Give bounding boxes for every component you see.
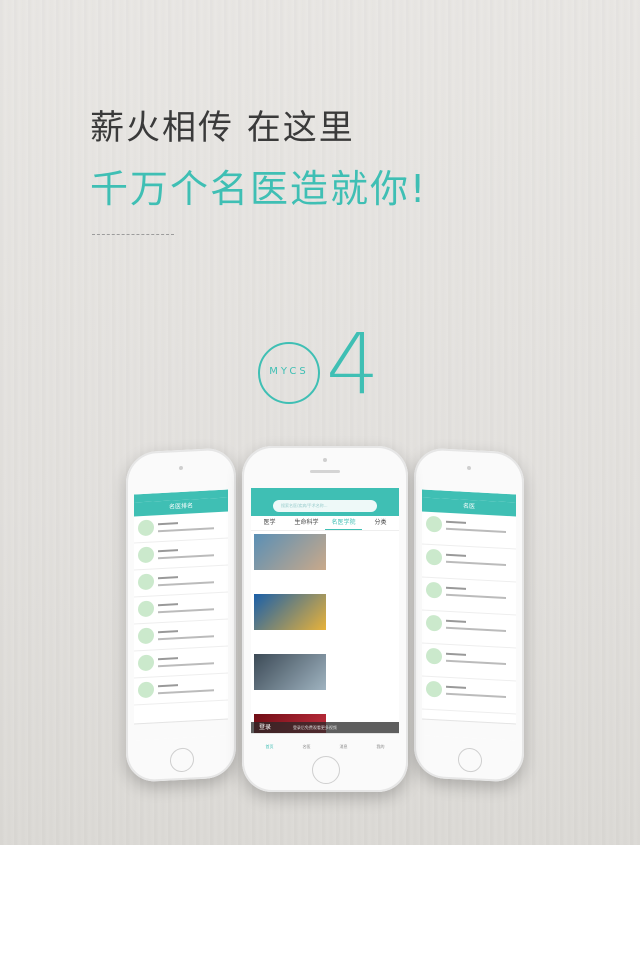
tab-bar [422,718,516,741]
tab-home[interactable]: 首页 [251,734,288,750]
text-line [158,608,214,614]
text-line [158,603,178,607]
text-line [158,684,178,688]
text-line [446,520,466,524]
tab-item[interactable]: 名医学院 [325,516,362,530]
list-item[interactable] [422,643,516,682]
text-line [158,662,214,668]
text-line [446,586,466,590]
video-grid [251,531,399,750]
divider [92,234,174,235]
text-line [158,657,178,661]
text-line [158,576,178,580]
avatar [138,573,154,591]
home-button [170,747,194,773]
avatar [138,519,154,537]
text-line [158,630,178,634]
tab-item[interactable]: 生命科学 [288,516,325,530]
badge-number: 4 [326,315,380,413]
avatar [426,515,442,533]
tab-bar: 首页 名医 消息 我的 [251,733,399,750]
avatar [138,654,154,672]
text-line [446,652,466,656]
avatar [138,546,154,564]
text-line [158,581,214,587]
thumbnail [254,654,326,690]
category-tabs: 医学 生命科学 名医学院 分类 [251,516,399,531]
camera-icon [179,465,183,471]
avatar [426,614,442,632]
video-card[interactable] [254,594,326,652]
avatar [426,548,442,566]
text-line [446,685,466,689]
text-line [446,560,506,566]
text-line [446,626,506,632]
headline-line2: 千万个名医造就你! [90,167,428,211]
thumbnail [254,594,326,630]
thumbnail [254,534,326,570]
avatar [138,627,154,645]
avatar [426,581,442,599]
avatar [426,680,442,698]
list-item[interactable] [422,511,516,550]
tab-item[interactable]: 医学 [251,516,288,530]
text-line [446,692,506,698]
text-line [158,689,214,695]
avatar [426,647,442,665]
phone-left: 名医排名 [126,447,236,783]
text-line [158,549,178,553]
search-input[interactable]: 搜索名医/疾病/手术名称... [273,500,377,512]
text-line [158,554,214,560]
text-line [158,527,214,533]
list-item[interactable] [422,577,516,616]
text-line [446,553,466,557]
tab-me[interactable]: 我的 [362,734,399,750]
home-button [312,756,340,784]
camera-icon [467,465,471,471]
text-line [158,635,214,641]
text-line [446,527,506,533]
tab-item[interactable]: 分类 [362,516,399,530]
home-button [458,747,482,773]
tab-bar [134,718,228,741]
tab-doctor[interactable]: 名医 [288,734,325,750]
phone-center-screen: 搜索名医/疾病/手术名称... 医学 生命科学 名医学院 分类 登录 登录后免费… [251,488,399,750]
login-hint: 登录后免费观看更多视频 [292,725,337,730]
text-line [446,593,506,599]
list-item[interactable] [134,673,228,706]
search-header: 搜索名医/疾病/手术名称... [251,496,399,516]
tab-message[interactable]: 消息 [325,734,362,750]
text-line [158,522,178,526]
camera-icon [323,458,327,462]
phone-center: 搜索名医/疾病/手术名称... 医学 生命科学 名医学院 分类 登录 登录后免费… [242,446,408,792]
speaker [310,470,340,473]
list-item[interactable] [422,610,516,649]
headline-line1: 薪火相传 在这里 [90,108,355,148]
login-label[interactable]: 登录 [259,724,271,731]
list-item[interactable] [422,544,516,583]
status-bar [251,488,399,496]
list-item[interactable] [422,676,516,715]
video-card[interactable] [254,534,326,592]
phone-right-screen: 名医 [422,489,516,741]
badge-text: MYCS [269,366,309,377]
avatar [138,681,154,699]
text-line [446,659,506,665]
video-card[interactable] [254,654,326,712]
text-line [446,619,466,623]
avatar [138,600,154,618]
phone-left-screen: 名医排名 [134,489,228,741]
phone-right: 名医 [414,447,524,783]
